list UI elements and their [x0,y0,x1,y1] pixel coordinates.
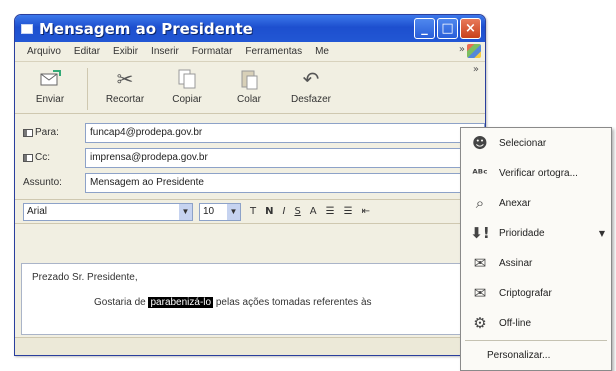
to-button[interactable]: Para: [23,127,85,138]
send-button[interactable]: Enviar [19,66,81,105]
to-field[interactable]: funcap4@prodepa.gov.br [85,122,485,143]
windows-logo-icon [467,44,481,58]
paste-label: Colar [237,94,261,105]
copy-label: Copiar [172,94,202,105]
menu-overflow-chevron-icon[interactable]: » [459,44,465,55]
menu-inserir[interactable]: Inserir [151,46,179,57]
menu-item-label: Anexar [499,197,531,209]
send-icon [37,66,63,92]
font-select[interactable]: Arial ▼ [23,202,193,221]
paste-button[interactable]: Colar [218,66,280,105]
menu-item-label: Prioridade [499,227,545,239]
address-book-icon [23,128,33,137]
toolbar: Enviar ✂ Recortar Copiar Colar ↶ Desfaze… [15,62,485,114]
copy-icon [174,66,200,92]
cc-row: Cc: imprensa@prodepa.gov.br [23,145,485,170]
text-style-icon[interactable]: T [250,206,256,217]
menu-exibir[interactable]: Exibir [113,46,138,57]
address-headers: Para: funcap4@prodepa.gov.br Cc: imprens… [15,114,485,200]
bullet-list-icon[interactable]: ☰ [344,206,353,217]
cut-label: Recortar [105,94,145,105]
menu-item-assinar[interactable]: ✉ Assinar [461,248,611,278]
size-select[interactable]: 10 ▼ [199,202,241,221]
sign-icon: ✉ [473,254,487,272]
subject-row: Assunto: Mensagem ao Presidente [23,170,485,195]
send-label: Enviar [35,94,65,105]
numbered-list-icon[interactable]: ☰ [326,206,335,217]
encrypt-icon: ✉ [473,284,487,302]
indent-icon[interactable]: ⇤ [362,206,370,217]
message-body[interactable]: Prezado Sr. Presidente, Gostaria de para… [21,263,479,335]
greeting-text: Prezado Sr. Presidente, [32,272,138,283]
menu-editar[interactable]: Editar [74,46,100,57]
select-recipients-icon: ☻ [472,134,488,152]
italic-button[interactable]: I [282,206,285,217]
to-row: Para: funcap4@prodepa.gov.br [23,120,485,145]
menu-item-personalizar[interactable]: Personalizar... [461,343,611,367]
cc-button[interactable]: Cc: [23,152,85,163]
menu-item-prioridade[interactable]: ⬇! Prioridade ▼ [461,218,611,248]
to-label: Para: [35,127,59,138]
menu-item-label: Verificar ortogra... [499,167,578,179]
window-title: Mensagem ao Presidente [39,19,253,38]
status-bar [15,337,485,355]
menu-item-label: Selecionar [499,137,547,149]
body-text-after: pelas ações tomadas referentes às [215,297,372,308]
toolbar-separator [87,68,88,110]
font-value: Arial [27,206,48,217]
underline-button[interactable]: S [294,206,300,217]
close-button[interactable]: × [460,18,481,39]
body-line: Gostaria de parabenizá-lo pelas ações to… [94,297,468,308]
subject-label: Assunto: [23,177,62,188]
toolbar-options-menu: ☻ Selecionar ᴬᴮᶜ Verificar ortogra... ⌕ … [460,127,612,371]
menu-arquivo[interactable]: Arquivo [27,46,61,57]
priority-icon: ⬇! [470,224,490,242]
maximize-button[interactable]: □ [437,18,458,39]
cut-button[interactable]: ✂ Recortar [94,66,156,105]
menu-item-selecionar[interactable]: ☻ Selecionar [461,128,611,158]
formatting-toolbar: Arial ▼ 10 ▼ T N I S A ☰ ☰ ⇤ [15,200,485,224]
menu-item-anexar[interactable]: ⌕ Anexar [461,188,611,218]
toolbar-overflow-chevron-icon[interactable]: » [473,64,479,75]
submenu-arrow-icon: ▼ [598,228,605,238]
menu-item-verificar-ortografia[interactable]: ᴬᴮᶜ Verificar ortogra... [461,158,611,188]
spellcheck-icon: ᴬᴮᶜ [472,166,488,180]
message-window: Mensagem ao Presidente _ □ × Arquivo Edi… [14,14,486,356]
subject-field[interactable]: Mensagem ao Presidente [85,172,485,193]
cc-label: Cc: [35,152,50,163]
title-bar[interactable]: Mensagem ao Presidente _ □ × [15,15,485,42]
address-book-icon [23,153,33,162]
paperclip-icon: ⌕ [475,194,485,212]
menu-item-label: Off-line [499,317,532,329]
menu-item-criptografar[interactable]: ✉ Criptografar [461,278,611,308]
offline-icon: ⚙ [473,314,487,332]
bold-button[interactable]: N [265,206,273,217]
body-text-before: Gostaria de [94,297,146,308]
menu-mensagem[interactable]: Me [315,46,329,57]
chevron-down-icon: ▼ [179,203,192,220]
undo-button[interactable]: ↶ Desfazer [280,66,342,105]
menu-formatar[interactable]: Formatar [192,46,233,57]
menu-bar: Arquivo Editar Exibir Inserir Formatar F… [15,42,485,62]
undo-icon: ↶ [302,67,320,91]
cc-field[interactable]: imprensa@prodepa.gov.br [85,147,485,168]
menu-item-off-line[interactable]: ⚙ Off-line [461,308,611,338]
envelope-icon [21,23,33,34]
minimize-button[interactable]: _ [414,18,435,39]
scissors-icon: ✂ [116,67,134,91]
chevron-down-icon: ▼ [227,203,240,220]
menu-divider [465,340,607,341]
undo-label: Desfazer [290,94,331,105]
selected-word[interactable]: parabenizá-lo [148,297,214,308]
menu-item-label: Assinar [499,257,533,269]
menu-ferramentas[interactable]: Ferramentas [245,46,302,57]
size-value: 10 [203,206,215,217]
paste-icon [236,66,262,92]
font-color-button[interactable]: A [310,206,317,217]
copy-button[interactable]: Copiar [156,66,218,105]
menu-item-label: Criptografar [499,287,552,299]
